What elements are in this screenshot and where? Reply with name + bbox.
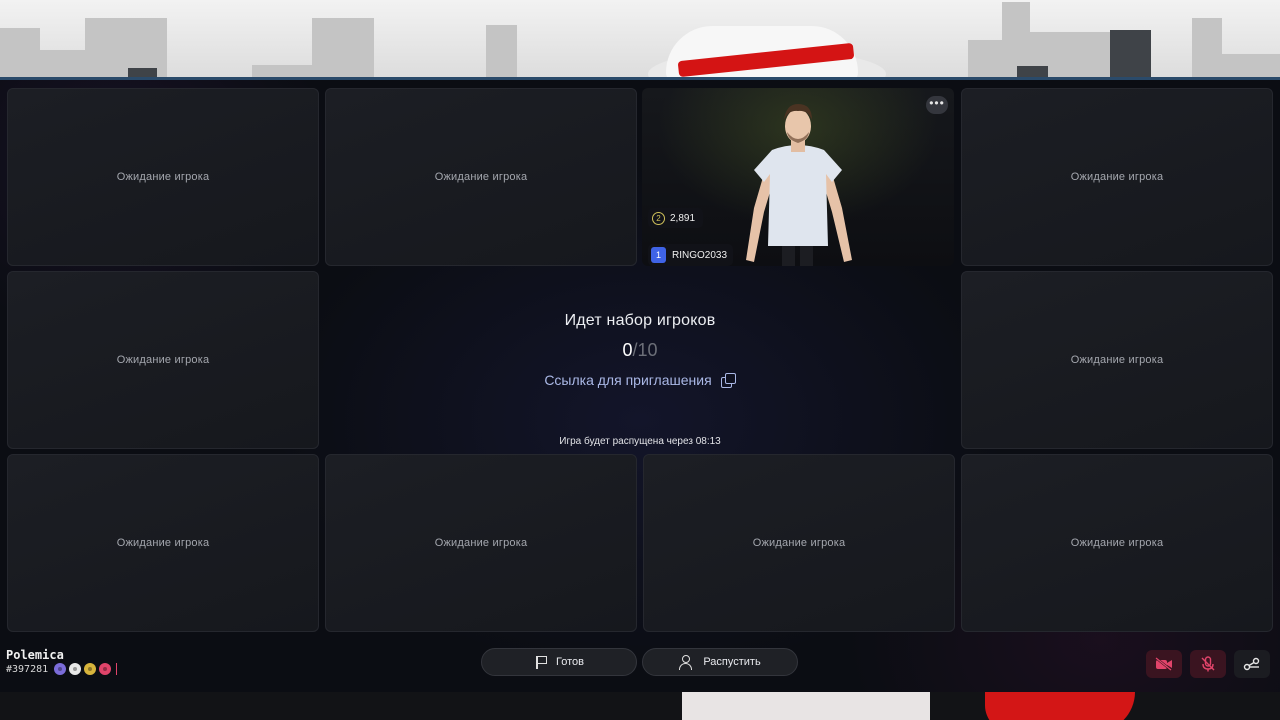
player-nickname: RINGO2033 [672, 249, 728, 261]
more-horizontal-icon: ••• [929, 96, 945, 110]
lobby-title: Идет набор игроков [564, 312, 716, 329]
waiting-label: Ожидание игрока [116, 354, 210, 366]
disband-button[interactable]: Распустить [642, 648, 798, 676]
waiting-label: Ожидание игрока [116, 537, 210, 549]
player-slot-empty: Ожидание игрока [643, 454, 955, 632]
invite-link-label: Ссылка для приглашения [544, 372, 712, 388]
players-current: 0 [622, 340, 633, 360]
achievement-badge-icon [84, 663, 97, 675]
player-slot-empty: Ожидание игрока [961, 271, 1273, 449]
flag-icon [534, 655, 548, 669]
waiting-label: Ожидание игрока [434, 171, 528, 183]
camera-off-icon [1155, 657, 1172, 671]
player-slot-empty: Ожидание игрока [961, 454, 1273, 632]
user-remove-icon [679, 655, 695, 670]
player-slot-empty: Ожидание игрока [7, 454, 319, 632]
heart-badge-icon [99, 663, 112, 675]
player-slot-empty: Ожидание игрока [7, 271, 319, 449]
connection-settings-button[interactable] [1234, 650, 1270, 678]
waiting-label: Ожидание игрока [1070, 354, 1164, 366]
player-slot-empty: Ожидание игрока [961, 88, 1273, 266]
waiting-label: Ожидание игрока [116, 171, 210, 183]
achievement-badge-icon [69, 663, 82, 675]
player-slot-empty: Ожидание игрока [325, 88, 637, 266]
profile-id: #397281 [6, 663, 49, 675]
bottom-bar: Polemica #397281 Готов Распустить [0, 632, 1280, 692]
waiting-label: Ожидание игрока [1070, 171, 1164, 183]
badge-divider [116, 663, 118, 675]
achievement-badge-icon [54, 663, 67, 675]
coins-badge: 2 2,891 [648, 208, 704, 228]
microphone-toggle-button[interactable] [1190, 650, 1226, 678]
game-lobby: Ожидание игрока Ожидание игрока ••• 2 2,… [0, 80, 1280, 692]
profile-name: Polemica [6, 648, 64, 662]
background-scene-bottom [0, 692, 1280, 720]
player-slot-self: ••• 2 2,891 1 RINGO2033 [642, 88, 954, 266]
waiting-label: Ожидание игрока [752, 537, 846, 549]
camera-toggle-button[interactable] [1146, 650, 1182, 678]
disband-timer: Игра будет распущена через 08:13 [559, 436, 721, 447]
waiting-label: Ожидание игрока [434, 537, 528, 549]
coin-icon: 2 [652, 211, 665, 225]
waiting-label: Ожидание игрока [1070, 537, 1164, 549]
profile-info[interactable]: Polemica #397281 [6, 648, 118, 675]
player-counter: 0/10 [330, 340, 950, 361]
background-scene-top [0, 0, 1280, 80]
ready-label: Готов [556, 656, 584, 668]
player-nameplate: 1 RINGO2033 [648, 244, 734, 266]
ready-button[interactable]: Готов [481, 648, 637, 676]
invite-link-button[interactable]: Ссылка для приглашения [544, 372, 736, 388]
player-avatar [746, 104, 852, 266]
seat-number: 1 [651, 247, 666, 263]
copy-icon [720, 372, 736, 388]
player-slot-empty: Ожидание игрока [325, 454, 637, 632]
players-max: 10 [637, 340, 658, 360]
settings-icon [1243, 657, 1260, 671]
mic-off-icon [1201, 656, 1215, 672]
player-slot-empty: Ожидание игрока [7, 88, 319, 266]
disband-label: Распустить [703, 656, 761, 668]
lobby-status: Идет набор игроков 0/10 Ссылка для пригл… [330, 312, 950, 390]
coins-amount: 2,891 [670, 212, 696, 224]
player-menu-button[interactable]: ••• [926, 96, 948, 114]
